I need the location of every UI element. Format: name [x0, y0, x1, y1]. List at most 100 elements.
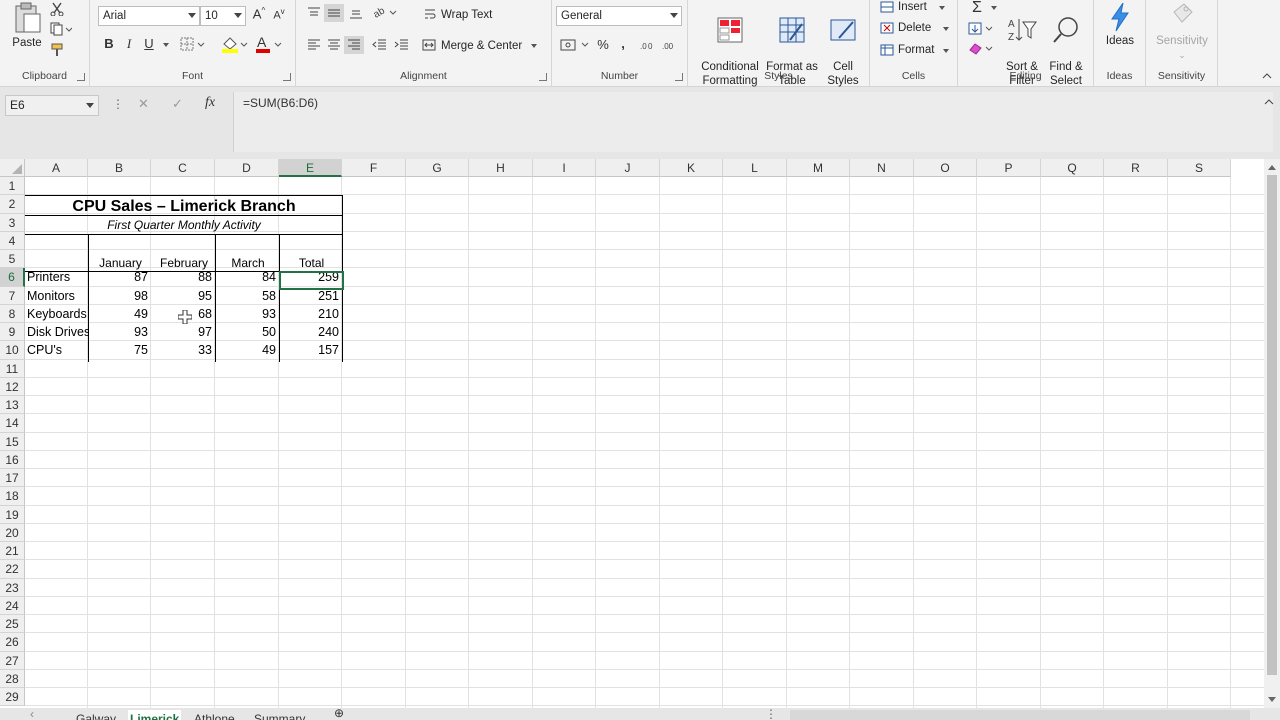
- borders-icon[interactable]: [180, 36, 206, 52]
- row-header-11[interactable]: 11: [0, 359, 25, 378]
- column-header-e[interactable]: E: [279, 159, 342, 177]
- row-header-6[interactable]: 6: [0, 268, 25, 287]
- row-label-cell[interactable]: Disk Drives: [27, 323, 88, 341]
- table-cell[interactable]: 58: [215, 287, 278, 305]
- chevron-down-icon[interactable]: [991, 6, 997, 10]
- scroll-thumb[interactable]: [1267, 175, 1277, 675]
- row-header-21[interactable]: 21: [0, 542, 25, 561]
- enter-icon[interactable]: ✓: [172, 96, 183, 112]
- clear-icon[interactable]: [968, 42, 994, 56]
- row-label-cell[interactable]: Keyboards: [27, 305, 88, 323]
- row-header-24[interactable]: 24: [0, 596, 25, 615]
- row-header-2[interactable]: 2: [0, 195, 25, 214]
- row-header-28[interactable]: 28: [0, 669, 25, 688]
- table-cell[interactable]: 93: [215, 305, 278, 323]
- row-header-17[interactable]: 17: [0, 469, 25, 488]
- table-cell[interactable]: 95: [151, 287, 214, 305]
- increase-decimal-icon[interactable]: .0 0: [640, 38, 658, 52]
- insert-function-button[interactable]: fx: [205, 95, 215, 111]
- row-header-7[interactable]: 7: [0, 286, 25, 305]
- column-header-g[interactable]: G: [406, 159, 469, 177]
- row-label-cell[interactable]: CPU's: [27, 341, 88, 359]
- font-color-icon[interactable]: A: [254, 34, 282, 54]
- sheet-tab-limerick[interactable]: Limerick: [128, 710, 182, 720]
- merge-center-button[interactable]: Merge & Center: [441, 40, 522, 52]
- sheet-tab-summary[interactable]: Summary: [252, 710, 307, 720]
- chevron-down-icon[interactable]: [163, 43, 169, 47]
- cancel-icon[interactable]: ✕: [138, 96, 149, 112]
- table-cell[interactable]: 33: [151, 341, 214, 359]
- table-cell[interactable]: 93: [88, 323, 150, 341]
- row-header-25[interactable]: 25: [0, 615, 25, 634]
- orientation-icon[interactable]: ab: [372, 4, 398, 20]
- middle-align-button[interactable]: [324, 4, 344, 22]
- increase-font-size-icon[interactable]: A^: [250, 6, 268, 21]
- sensitivity-button[interactable]: Sensitivity ⌄: [1148, 2, 1216, 62]
- cut-icon[interactable]: [50, 2, 64, 16]
- bold-button[interactable]: B: [100, 36, 118, 51]
- format-button[interactable]: Format: [898, 44, 934, 56]
- scroll-up-icon[interactable]: [1267, 163, 1277, 171]
- row-header-1[interactable]: 1: [0, 177, 25, 196]
- row-header-10[interactable]: 10: [0, 341, 25, 360]
- font-size-combo[interactable]: 10: [200, 6, 246, 26]
- copy-icon[interactable]: [50, 22, 72, 36]
- more-options-icon[interactable]: ⋮: [112, 97, 124, 111]
- percent-style-icon[interactable]: %: [594, 37, 612, 52]
- collapse-ribbon-icon[interactable]: [1262, 72, 1272, 80]
- top-align-icon[interactable]: [306, 6, 322, 20]
- decrease-decimal-icon[interactable]: .00: [662, 38, 680, 52]
- row-header-19[interactable]: 19: [0, 505, 25, 524]
- row-label-cell[interactable]: Monitors: [27, 287, 88, 305]
- autosum-icon[interactable]: Σ: [968, 0, 986, 17]
- column-header-a[interactable]: A: [25, 159, 88, 177]
- collapse-formula-bar-icon[interactable]: [1264, 98, 1274, 106]
- italic-button[interactable]: I: [120, 36, 138, 52]
- row-header-16[interactable]: 16: [0, 450, 25, 469]
- sheet-subtitle[interactable]: First Quarter Monthly Activity: [25, 216, 343, 234]
- row-header-13[interactable]: 13: [0, 396, 25, 415]
- table-cell[interactable]: 49: [215, 341, 278, 359]
- chevron-down-icon[interactable]: [939, 6, 945, 10]
- number-launcher[interactable]: [675, 73, 683, 81]
- column-header-i[interactable]: I: [533, 159, 596, 177]
- chevron-down-icon[interactable]: [943, 49, 949, 53]
- active-cell-selection[interactable]: [279, 271, 344, 290]
- row-header-9[interactable]: 9: [0, 323, 25, 342]
- sheet-tab-galway[interactable]: Galway: [74, 710, 118, 720]
- wrap-text-button[interactable]: Wrap Text: [441, 9, 492, 21]
- column-header-f[interactable]: F: [342, 159, 406, 177]
- row-header-5[interactable]: 5: [0, 250, 25, 269]
- alignment-launcher[interactable]: [539, 73, 547, 81]
- column-header-k[interactable]: K: [660, 159, 723, 177]
- chevron-down-icon[interactable]: [943, 27, 949, 31]
- row-header-3[interactable]: 3: [0, 213, 25, 232]
- new-sheet-icon[interactable]: ⊕: [334, 708, 344, 720]
- column-header-p[interactable]: P: [977, 159, 1041, 177]
- row-header-29[interactable]: 29: [0, 688, 25, 707]
- column-header-b[interactable]: B: [88, 159, 151, 177]
- row-header-15[interactable]: 15: [0, 432, 25, 451]
- clipboard-launcher[interactable]: [77, 73, 85, 81]
- fill-icon[interactable]: [968, 22, 994, 36]
- align-right-button[interactable]: [344, 36, 364, 54]
- row-header-18[interactable]: 18: [0, 487, 25, 506]
- row-header-23[interactable]: 23: [0, 578, 25, 597]
- column-header-r[interactable]: R: [1104, 159, 1168, 177]
- column-header-j[interactable]: J: [596, 159, 660, 177]
- underline-button[interactable]: U: [140, 36, 158, 51]
- delete-button[interactable]: Delete: [898, 22, 931, 34]
- row-header-20[interactable]: 20: [0, 523, 25, 542]
- column-header-c[interactable]: C: [151, 159, 215, 177]
- table-cell[interactable]: 240: [279, 323, 341, 341]
- number-format-combo[interactable]: General: [556, 6, 682, 26]
- name-box[interactable]: E6: [5, 95, 99, 116]
- vertical-scrollbar[interactable]: [1264, 159, 1280, 708]
- select-all-corner[interactable]: [0, 159, 25, 177]
- table-cell[interactable]: 210: [279, 305, 341, 323]
- row-header-27[interactable]: 27: [0, 651, 25, 670]
- bottom-align-icon[interactable]: [348, 6, 364, 20]
- row-header-26[interactable]: 26: [0, 633, 25, 652]
- table-cell[interactable]: 98: [88, 287, 150, 305]
- scroll-tabs-left-icon[interactable]: ‹: [30, 708, 34, 720]
